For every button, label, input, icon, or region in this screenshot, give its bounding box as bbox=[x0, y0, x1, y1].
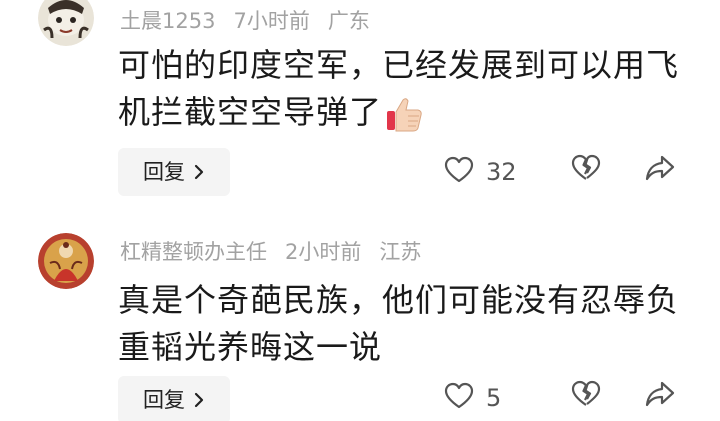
avatar[interactable] bbox=[38, 233, 94, 289]
comment-text: 真是个奇葩民族，他们可能没有忍辱负重韬光养晦这一说 bbox=[118, 277, 688, 371]
chevron-right-icon bbox=[193, 376, 205, 421]
broken-heart-icon bbox=[570, 154, 602, 188]
username[interactable]: 土晨1253 bbox=[120, 9, 215, 33]
comment-meta: 杠精整顿办主任 2小时前 江苏 bbox=[120, 239, 439, 265]
comment-list: 土晨1253 7小时前 广东 可怕的印度空军，已经发展到可以用飞机拦截空空导弹了 回… bbox=[0, 0, 720, 421]
share-button[interactable] bbox=[644, 152, 684, 192]
location: 江苏 bbox=[379, 240, 422, 264]
comment-text-content: 真是个奇葩民族，他们可能没有忍辱负重韬光养晦这一说 bbox=[118, 281, 680, 366]
reply-button[interactable]: 回复 bbox=[118, 148, 230, 196]
like-button[interactable]: 5 bbox=[444, 378, 501, 418]
comment-actions: 32 bbox=[400, 152, 720, 192]
share-button[interactable] bbox=[644, 378, 684, 418]
thumbs-up-icon bbox=[384, 94, 424, 134]
comment-actions: 5 bbox=[400, 378, 720, 418]
reply-label: 回复 bbox=[143, 388, 185, 412]
chevron-right-icon bbox=[193, 148, 205, 196]
comment-meta: 土晨1253 7小时前 广东 bbox=[120, 8, 388, 34]
heart-outline-icon bbox=[444, 156, 474, 188]
like-button[interactable]: 32 bbox=[444, 152, 517, 192]
share-arrow-icon bbox=[644, 155, 676, 188]
location: 广东 bbox=[327, 9, 370, 33]
timestamp: 2小时前 bbox=[285, 240, 362, 264]
username[interactable]: 杠精整顿办主任 bbox=[120, 240, 267, 264]
reply-button[interactable]: 回复 bbox=[118, 376, 230, 421]
comment-text: 可怕的印度空军，已经发展到可以用飞机拦截空空导弹了 bbox=[118, 42, 688, 136]
dislike-button[interactable] bbox=[570, 378, 610, 418]
timestamp: 7小时前 bbox=[233, 9, 310, 33]
like-count: 32 bbox=[486, 158, 517, 186]
reply-label: 回复 bbox=[143, 160, 185, 184]
broken-heart-icon bbox=[570, 380, 602, 414]
avatar[interactable] bbox=[38, 0, 94, 46]
heart-outline-icon bbox=[444, 382, 474, 414]
like-count: 5 bbox=[486, 384, 502, 412]
dislike-button[interactable] bbox=[570, 152, 610, 192]
share-arrow-icon bbox=[644, 381, 676, 414]
